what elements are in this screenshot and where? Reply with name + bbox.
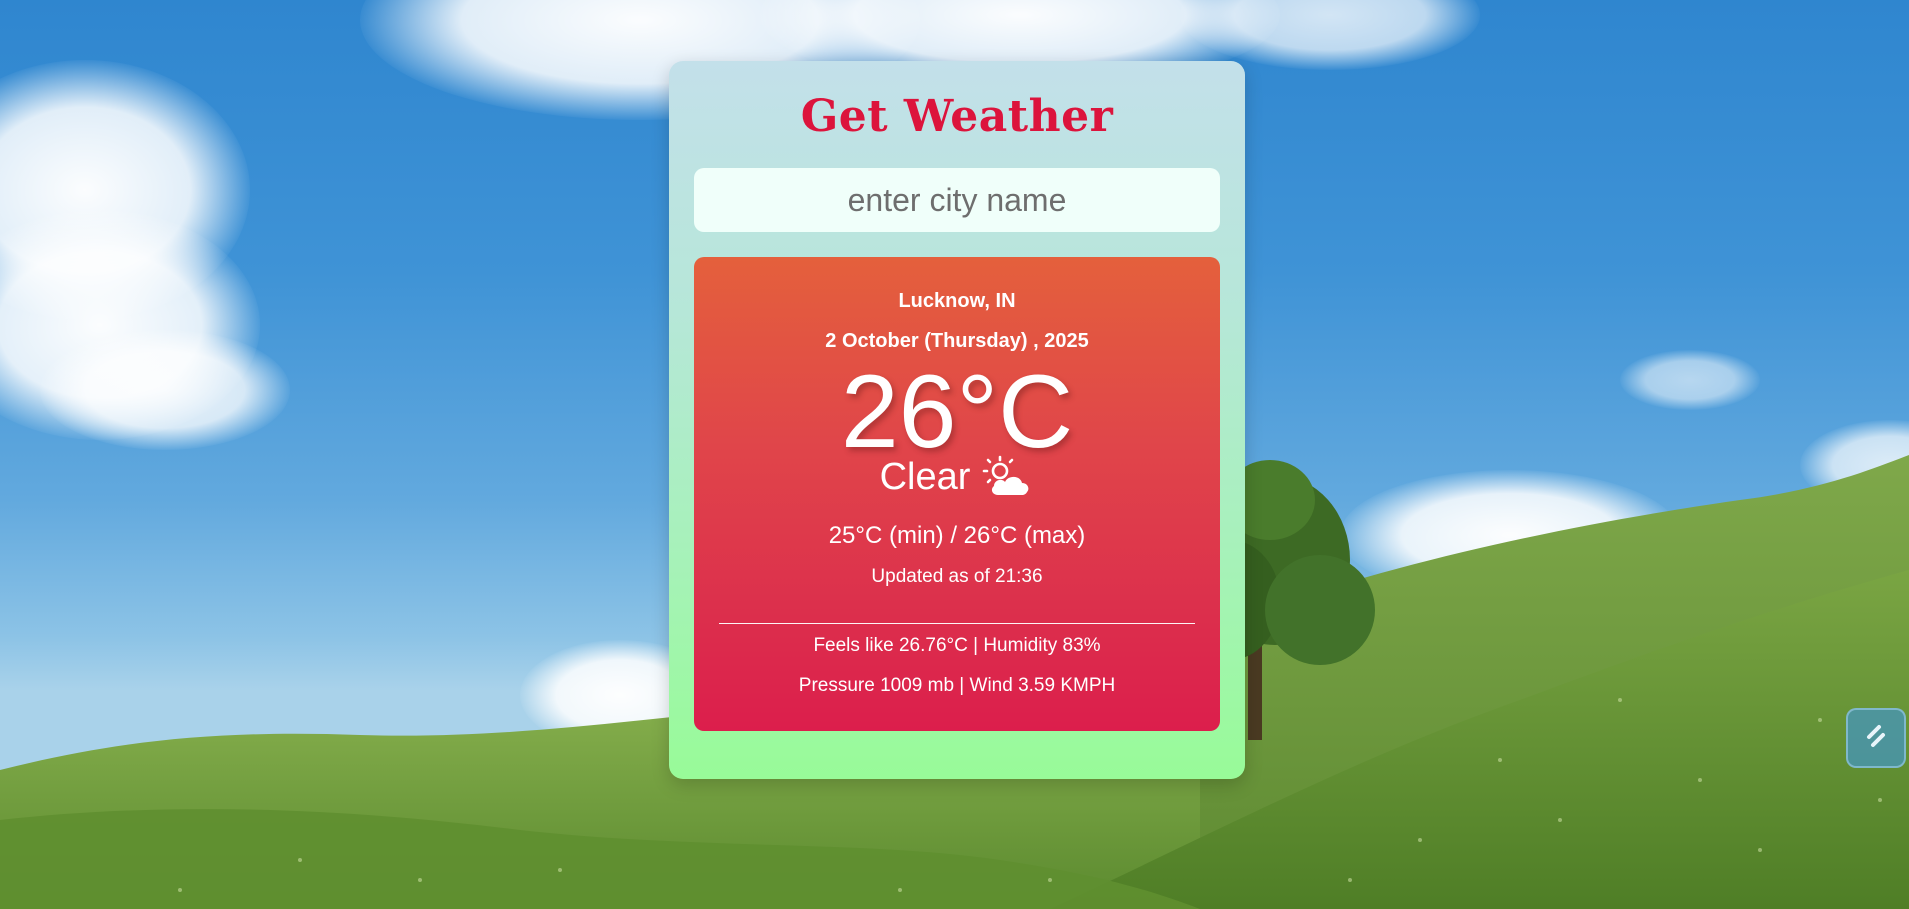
divider — [719, 623, 1195, 624]
background-scene: Get Weather Lucknow, IN 2 October (Thurs… — [0, 0, 1909, 909]
sun-behind-cloud-icon — [982, 455, 1034, 499]
floating-extension-button[interactable] — [1846, 708, 1906, 768]
pressure-wind: Pressure 1009 mb | Wind 3.59 KMPH — [798, 675, 1116, 696]
feels-like-humidity: Feels like 26.76°C | Humidity 83% — [813, 635, 1101, 656]
city-name: Lucknow, IN — [898, 290, 1016, 312]
current-date: 2 October (Thursday) , 2025 — [825, 330, 1089, 352]
weather-result-panel: Lucknow, IN 2 October (Thursday) , 2025 … — [694, 257, 1220, 731]
temperature: 26°C — [840, 354, 1074, 470]
weather-condition: Clear — [694, 455, 1220, 499]
link-icon — [1859, 719, 1893, 758]
min-max-temperature: 25°C (min) / 26°C (max) — [828, 522, 1086, 549]
updated-time: Updated as of 21:36 — [871, 566, 1043, 587]
app-title: Get Weather — [800, 91, 1114, 142]
condition-label: Clear — [879, 456, 971, 498]
weather-app-card: Get Weather Lucknow, IN 2 October (Thurs… — [669, 61, 1245, 779]
city-search-input[interactable] — [694, 168, 1220, 232]
